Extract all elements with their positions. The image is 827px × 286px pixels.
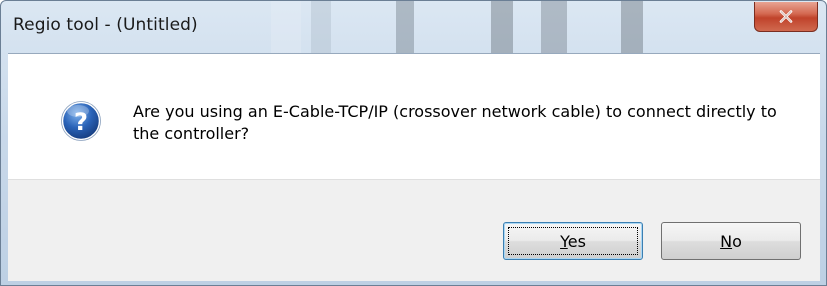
close-icon: [779, 10, 793, 23]
svg-text:?: ?: [74, 108, 88, 136]
message-area: ? Are you using an E-Cable-TCP/IP (cross…: [8, 53, 820, 179]
window-title: Regio tool - (Untitled): [13, 15, 198, 35]
no-button-label: No: [720, 231, 742, 251]
button-bar: Yes No: [8, 179, 820, 281]
yes-button[interactable]: Yes: [503, 222, 643, 260]
close-button[interactable]: [754, 2, 818, 32]
question-icon: ?: [61, 101, 101, 141]
yes-button-label: Yes: [560, 231, 586, 251]
dialog-message: Are you using an E-Cable-TCP/IP (crossov…: [133, 102, 777, 143]
dialog-window: Regio tool - (Untitled) ? Are you using …: [0, 0, 827, 286]
title-bar[interactable]: Regio tool - (Untitled): [1, 1, 826, 53]
no-button[interactable]: No: [661, 222, 801, 260]
